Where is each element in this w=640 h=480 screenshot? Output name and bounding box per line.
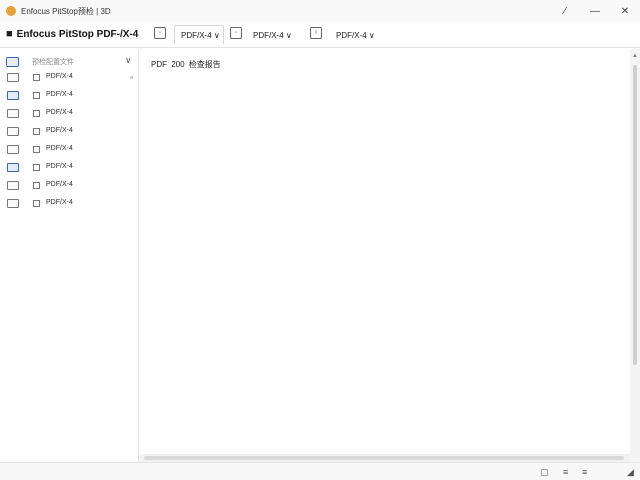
minimize-button[interactable]: — xyxy=(580,0,610,22)
list-item[interactable]: PDF/X-4 xyxy=(0,143,139,157)
list-item[interactable]: PDF/X-4 xyxy=(0,71,139,85)
sidebar: 预检配置文件 ∨ PDF/X-4 PDF/X-4 PDF/X-4 PDF/X-4… xyxy=(0,49,139,462)
info-icon[interactable]: i xyxy=(310,27,322,39)
horizontal-scrollbar[interactable] xyxy=(140,454,630,462)
list-item-label: PDF/X-4 xyxy=(46,163,73,170)
report-icon[interactable]: ▫ xyxy=(230,27,242,39)
detail-view-icon[interactable]: ≡ xyxy=(582,467,587,477)
list-item[interactable]: PDF/X-4 xyxy=(0,161,139,175)
report-summary-line: PDF 200 检查报告 xyxy=(151,60,221,69)
profile-icon xyxy=(7,145,19,154)
tab-label: PDF/X-4 ∨ xyxy=(336,30,375,40)
scrollbar-thumb[interactable] xyxy=(633,65,637,365)
chevron-down-icon[interactable]: ∨ xyxy=(125,55,132,66)
profile-folder-icon xyxy=(6,57,19,67)
document-title-container: ■ Enfocus PitStop PDF-/X-4 xyxy=(6,28,138,40)
item-checkbox[interactable] xyxy=(33,92,40,99)
profile-icon xyxy=(7,163,19,172)
list-item[interactable]: PDF/X-4 xyxy=(0,107,139,121)
item-checkbox[interactable] xyxy=(33,74,40,81)
list-item-label: PDF/X-4 xyxy=(46,73,73,80)
list-item[interactable]: PDF/X-4 xyxy=(0,125,139,139)
title-bar: Enfocus PitStop预检 | 3D ⁄ — ✕ xyxy=(0,0,640,22)
list-item[interactable]: PDF/X-4 xyxy=(0,89,139,103)
resize-grip-icon[interactable]: ◢ xyxy=(627,467,634,478)
list-item-label: PDF/X-4 xyxy=(46,109,73,116)
vertical-scrollbar[interactable]: ▲ xyxy=(630,49,640,462)
status-bar: ▢ ≡ ≡ ◢ xyxy=(0,462,640,480)
list-item[interactable]: PDF/X-4 xyxy=(0,197,139,211)
document-icon: ■ xyxy=(6,28,13,40)
app-icon xyxy=(6,6,16,16)
window-title: Enfocus PitStop预检 | 3D xyxy=(21,6,111,16)
list-item-label: PDF/X-4 xyxy=(46,127,73,134)
toolbar: ■ Enfocus PitStop PDF-/X-4 ▫ PDF/X-4 ∨ ▫… xyxy=(0,22,640,48)
close-button[interactable]: ✕ xyxy=(610,0,640,22)
profile-icon xyxy=(7,199,19,208)
profile-icon xyxy=(7,73,19,82)
item-checkbox[interactable] xyxy=(33,182,40,189)
tab-label: PDF/X-4 ∨ xyxy=(253,30,292,40)
list-view-icon[interactable]: ≡ xyxy=(563,467,568,477)
comment-icon[interactable]: ▢ xyxy=(540,467,549,478)
list-item-label: PDF/X-4 xyxy=(46,91,73,98)
document-title: Enfocus PitStop PDF-/X-4 xyxy=(16,28,139,40)
item-checkbox[interactable] xyxy=(33,110,40,117)
sidebar-header-label: 预检配置文件 xyxy=(32,59,74,66)
item-checkbox[interactable] xyxy=(33,128,40,135)
profile-icon xyxy=(7,127,19,136)
list-item-label: PDF/X-4 xyxy=(46,199,73,206)
item-checkbox[interactable] xyxy=(33,164,40,171)
list-item-label: PDF/X-4 xyxy=(46,181,73,188)
pin-button[interactable]: ⁄ xyxy=(550,0,580,22)
item-checkbox[interactable] xyxy=(33,200,40,207)
tab-pdfx4-2[interactable]: PDF/X-4 ∨ xyxy=(247,25,298,45)
scroll-up-icon[interactable]: ▲ xyxy=(632,53,638,59)
profile-icon xyxy=(7,91,19,100)
tab-pdfx4-1[interactable]: PDF/X-4 ∨ xyxy=(174,25,224,45)
report-panel: PDF 200 检查报告 xyxy=(140,49,630,462)
item-checkbox[interactable] xyxy=(33,146,40,153)
layout-icon[interactable]: ▫ xyxy=(154,27,166,39)
window-controls: ⁄ — ✕ xyxy=(550,0,640,22)
tab-pdfx4-3[interactable]: PDF/X-4 ∨ xyxy=(330,25,381,45)
tab-label: PDF/X-4 ∨ xyxy=(181,30,220,40)
profile-icon xyxy=(7,109,19,118)
sidebar-header[interactable]: 预检配置文件 ∨ xyxy=(0,55,139,69)
list-item-label: PDF/X-4 xyxy=(46,145,73,152)
scrollbar-thumb[interactable] xyxy=(144,456,624,460)
profile-icon xyxy=(7,181,19,190)
list-item[interactable]: PDF/X-4 xyxy=(0,179,139,193)
